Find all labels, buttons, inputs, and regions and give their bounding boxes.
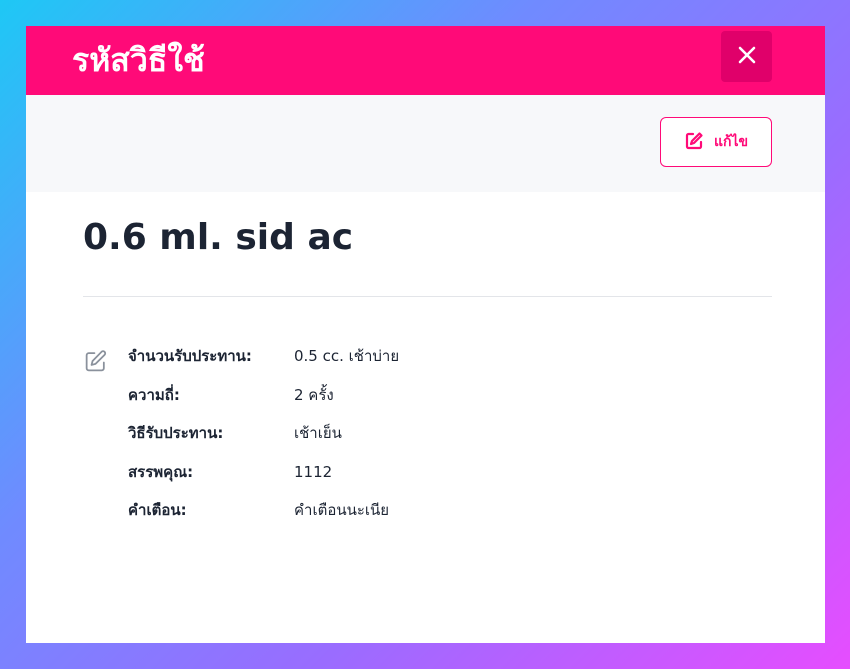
edit-icon: [684, 131, 704, 154]
dosage-code-modal: รหัสวิธีใช้ แก้ไข 0.6 ml. sid ac จำนวนรั…: [26, 26, 825, 643]
detail-value: 0.5 cc. เช้าบ่าย: [294, 347, 400, 365]
edit-button[interactable]: แก้ไข: [660, 117, 772, 167]
detail-row-method: วิธีรับประทาน: เช้าเย็น: [83, 421, 772, 460]
detail-row-amount: จำนวนรับประทาน: 0.5 cc. เช้าบ่าย: [83, 344, 772, 383]
detail-value: 2 ครั้ง: [294, 385, 334, 404]
detail-row-frequency: ความถี่: 2 ครั้ง: [83, 383, 772, 422]
detail-value: 1112: [294, 462, 333, 481]
detail-label: วิธีรับประทาน:: [128, 424, 224, 442]
modal-header: รหัสวิธีใช้: [26, 26, 825, 95]
divider: [83, 296, 772, 297]
close-button[interactable]: [721, 31, 772, 82]
dosage-code-title: 0.6 ml. sid ac: [83, 217, 354, 258]
edit-details-icon[interactable]: [83, 349, 108, 378]
detail-label: คำเตือน:: [128, 501, 187, 519]
edit-button-label: แก้ไข: [713, 133, 749, 149]
modal-toolbar: แก้ไข: [26, 95, 825, 192]
detail-label: สรรพคุณ:: [128, 462, 194, 481]
detail-row-indication: สรรพคุณ: 1112: [83, 460, 772, 499]
dosage-details: จำนวนรับประทาน: 0.5 cc. เช้าบ่าย ความถี่…: [83, 344, 772, 537]
detail-row-warning: คำเตือน: คำเตือนนะเนีย: [83, 498, 772, 537]
detail-label: จำนวนรับประทาน:: [128, 347, 252, 365]
modal-title: รหัสวิธีใช้: [72, 41, 205, 79]
detail-value: คำเตือนนะเนีย: [294, 501, 390, 519]
detail-value: เช้าเย็น: [294, 424, 342, 442]
detail-label: ความถี่:: [128, 385, 180, 404]
modal-content: 0.6 ml. sid ac จำนวนรับประทาน: 0.5 cc. เ…: [26, 214, 825, 537]
close-icon: [737, 45, 757, 68]
